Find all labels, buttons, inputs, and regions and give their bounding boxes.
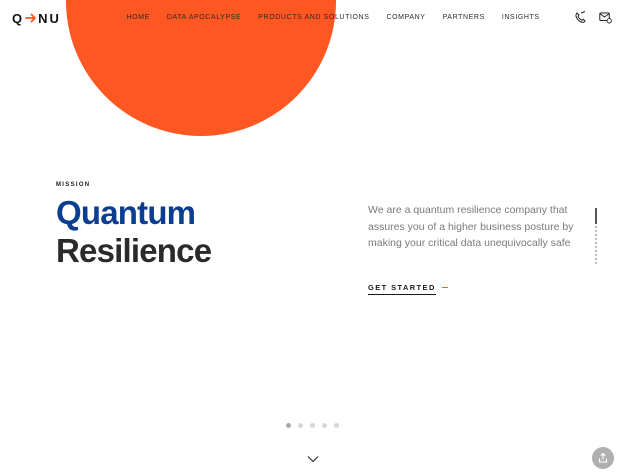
- pager-dot-3[interactable]: [310, 423, 315, 428]
- accent-dash: [441, 286, 448, 289]
- section-scroll-indicator[interactable]: [595, 208, 598, 266]
- hero-description: We are a quantum resilience company that…: [368, 204, 574, 249]
- logo-arrow-icon: [25, 13, 37, 23]
- nav-company[interactable]: COMPANY: [378, 12, 434, 24]
- slide-pager: [286, 423, 339, 428]
- headline-resilience: Resilience: [56, 232, 212, 269]
- nav-data-apocalypse[interactable]: DATA APOCALYPSE: [158, 12, 249, 24]
- logo[interactable]: Q NU: [12, 10, 61, 26]
- nav-products-and-solutions[interactable]: PRODUCTS AND SOLUTIONS: [250, 12, 378, 24]
- phone-icon[interactable]: [574, 11, 587, 24]
- nav-home[interactable]: HOME: [118, 12, 158, 24]
- nav-insights[interactable]: INSIGHTS: [493, 12, 548, 24]
- logo-letter-q: Q: [12, 10, 25, 26]
- chevron-down-icon[interactable]: [307, 455, 319, 463]
- get-started-label: GET STARTED: [368, 283, 436, 295]
- headline-quantum: Quantum: [56, 194, 196, 231]
- mail-icon[interactable]: [599, 11, 612, 24]
- pager-dot-4[interactable]: [322, 423, 327, 428]
- scroll-track: [595, 226, 597, 266]
- scroll-thumb[interactable]: [595, 208, 597, 224]
- pager-dot-5[interactable]: [334, 423, 339, 428]
- get-started-link[interactable]: GET STARTED: [368, 283, 448, 295]
- hero-headline: Quantum Resilience: [56, 194, 212, 270]
- mission-eyebrow: MISSION: [56, 182, 91, 188]
- share-button[interactable]: [592, 447, 614, 469]
- share-icon: [598, 452, 608, 463]
- nav-icons: [574, 11, 612, 24]
- pager-dot-2[interactable]: [298, 423, 303, 428]
- logo-letters-nu: NU: [38, 10, 61, 26]
- pager-dot-1[interactable]: [286, 423, 291, 428]
- top-nav: Q NU HOME DATA APOCALYPSE PRODUCTS AND S…: [0, 0, 626, 36]
- main-nav: HOME DATA APOCALYPSE PRODUCTS AND SOLUTI…: [118, 12, 548, 24]
- nav-partners[interactable]: PARTNERS: [434, 12, 493, 24]
